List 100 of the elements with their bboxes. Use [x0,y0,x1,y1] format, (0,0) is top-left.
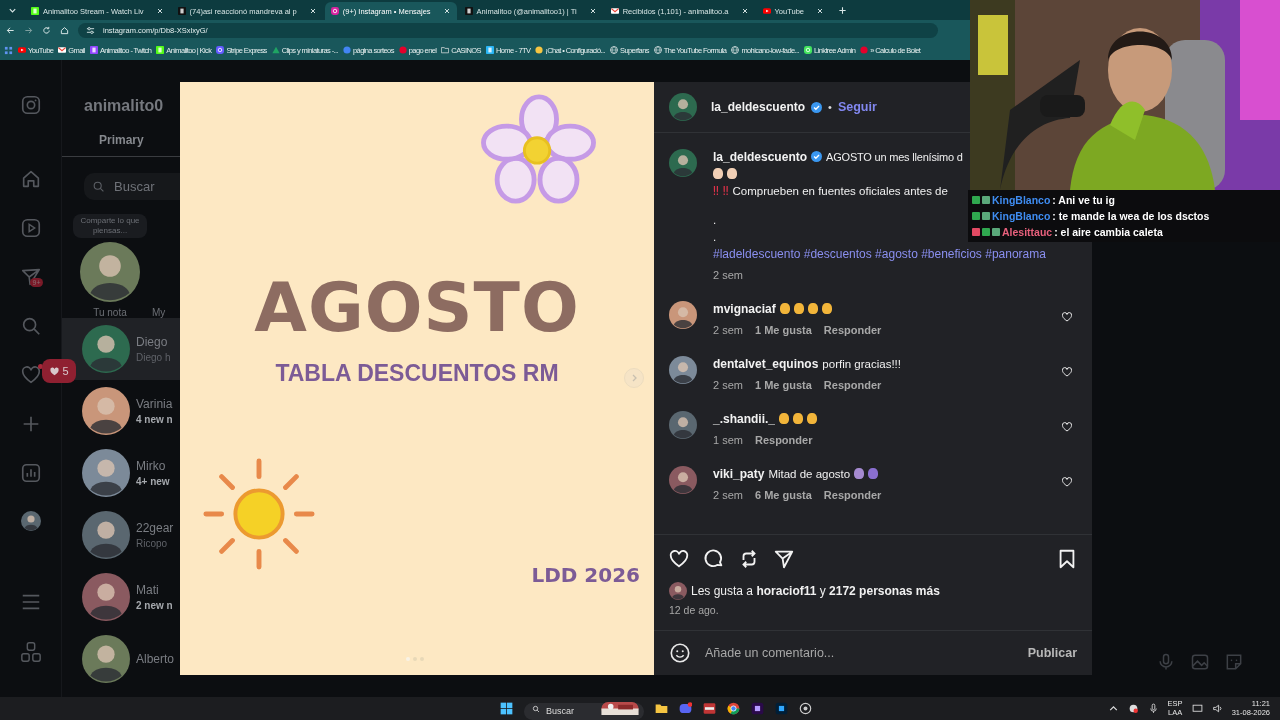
share-icon[interactable] [773,548,795,570]
hashtags-link[interactable]: #ladeldescuento #descuentos #agosto #beneficios #panorama [713,246,1046,261]
conversation-item[interactable]: 22gear Ricopo [62,504,180,566]
grid-icon[interactable] [19,641,42,663]
chat-username: KingBlanco [992,194,1051,206]
favicon-icon [271,46,280,54]
comment-time: 1 sem [713,434,743,446]
avatar [82,325,130,373]
comment-time: 2 sem [713,489,743,501]
comment-text: porfin gracias!!! [822,357,901,370]
video-editor-icon[interactable] [751,702,764,715]
send-icon[interactable] [19,266,42,288]
person-icon [868,468,879,479]
folder-icon[interactable] [655,702,668,715]
favicon-icon [216,46,225,54]
commenter-name[interactable]: mvignaciaf [713,301,776,316]
avatar [669,411,697,439]
notification-count: 5 [62,365,69,377]
account-name[interactable]: animalito0 [84,97,180,115]
app-icon[interactable] [703,702,716,715]
smiley-icon[interactable] [669,642,691,664]
heart-icon[interactable] [668,548,690,570]
caption-text: . [713,230,717,243]
conversation-item[interactable]: Varinia 4 new n [62,380,180,442]
note-label: My [152,307,166,318]
favicon-icon [485,46,494,54]
chat-username: KingBlanco [992,210,1051,222]
favicon-icon [18,46,26,54]
forward-icon[interactable] [24,25,33,35]
avatar [82,573,130,621]
close-icon[interactable] [155,7,164,15]
photo-editor-icon[interactable] [775,702,788,715]
contact-name: Diego [136,335,169,349]
hand-icon [713,168,723,179]
author-name[interactable]: la_deldescuento [711,100,806,114]
recorder-icon[interactable] [799,702,812,715]
speaker-icon[interactable] [1211,703,1223,714]
favicon-icon [89,46,98,54]
comment-time: 2 sem [713,379,743,391]
favicon-icon [58,46,67,54]
note-bubble[interactable]: Comparte lo que piensas... [73,214,147,238]
new-tab-icon[interactable] [838,6,847,15]
commenter-name[interactable]: dentalvet_equinos [713,356,819,371]
publish-button[interactable]: Publicar [1027,646,1077,660]
close-icon[interactable] [308,7,317,15]
site-settings-icon[interactable] [86,25,95,35]
heart-icon[interactable] [1061,421,1073,433]
hand-icon [793,303,804,314]
close-icon[interactable] [442,7,451,15]
comment-text: Mitad de agosto [768,467,851,480]
chat-app-icon[interactable] [679,702,692,715]
chart-icon[interactable] [19,462,42,484]
conversation-item[interactable]: Alberto [62,628,180,690]
avatar [669,301,697,329]
chevron-down-icon[interactable] [8,6,17,15]
heart-icon[interactable] [1061,311,1073,323]
comment-field[interactable]: Añade un comentario... [705,646,1014,660]
heart-icon[interactable] [1061,476,1073,488]
like-count[interactable]: 1 Me gusta [754,324,812,336]
favicon-icon [535,46,544,54]
reply-link[interactable]: Responder [823,489,882,501]
close-icon[interactable] [588,7,597,15]
like-count[interactable]: 6 Me gusta [754,489,812,501]
commenter-name[interactable]: _.shandii._ [713,411,776,426]
comment-icon[interactable] [703,548,725,570]
reply-link[interactable]: Responder [823,379,882,391]
conversation-item[interactable]: Mirko 4+ new [62,442,180,504]
contact-name: 22gear [136,521,174,535]
conversation-item[interactable]: Mati 2 new n [62,566,180,628]
hand-icon [727,168,737,179]
avatar [669,466,697,494]
reply-link[interactable]: Responder [823,324,882,336]
chat-username: Alesittauc [1002,226,1053,238]
contact-name: Varinia [136,397,173,411]
apps-icon[interactable] [4,45,13,55]
play-icon[interactable] [19,217,42,239]
display-icon[interactable] [1191,703,1203,714]
back-icon[interactable] [6,25,15,35]
start-icon[interactable] [500,702,513,715]
close-icon[interactable] [816,7,824,15]
search-field[interactable]: Buscar [84,173,180,200]
reload-icon[interactable] [42,25,51,35]
commenter-name[interactable]: viki_paty [713,466,765,481]
heart-icon[interactable] [1061,366,1073,378]
camera-logo-icon[interactable] [19,94,42,116]
likes-summary[interactable]: Les gusta a horaciof11 y 2172 personas más [691,584,940,598]
avatar [82,635,130,683]
follow-link[interactable]: Seguir [837,100,877,114]
hand-icon [779,303,790,314]
like-count[interactable]: 1 Me gusta [754,379,812,391]
app-tray-icon[interactable] [1127,703,1139,714]
reply-link[interactable]: Responder [754,434,813,446]
author-name[interactable]: la_deldescuento [713,149,808,164]
home-icon[interactable] [60,25,69,35]
close-icon[interactable] [740,7,749,15]
microphone-icon[interactable] [1147,703,1159,714]
favicon-icon [762,7,771,15]
favicon-icon [610,7,619,15]
favicon-icon [441,46,450,54]
browser-icon[interactable] [727,702,740,715]
